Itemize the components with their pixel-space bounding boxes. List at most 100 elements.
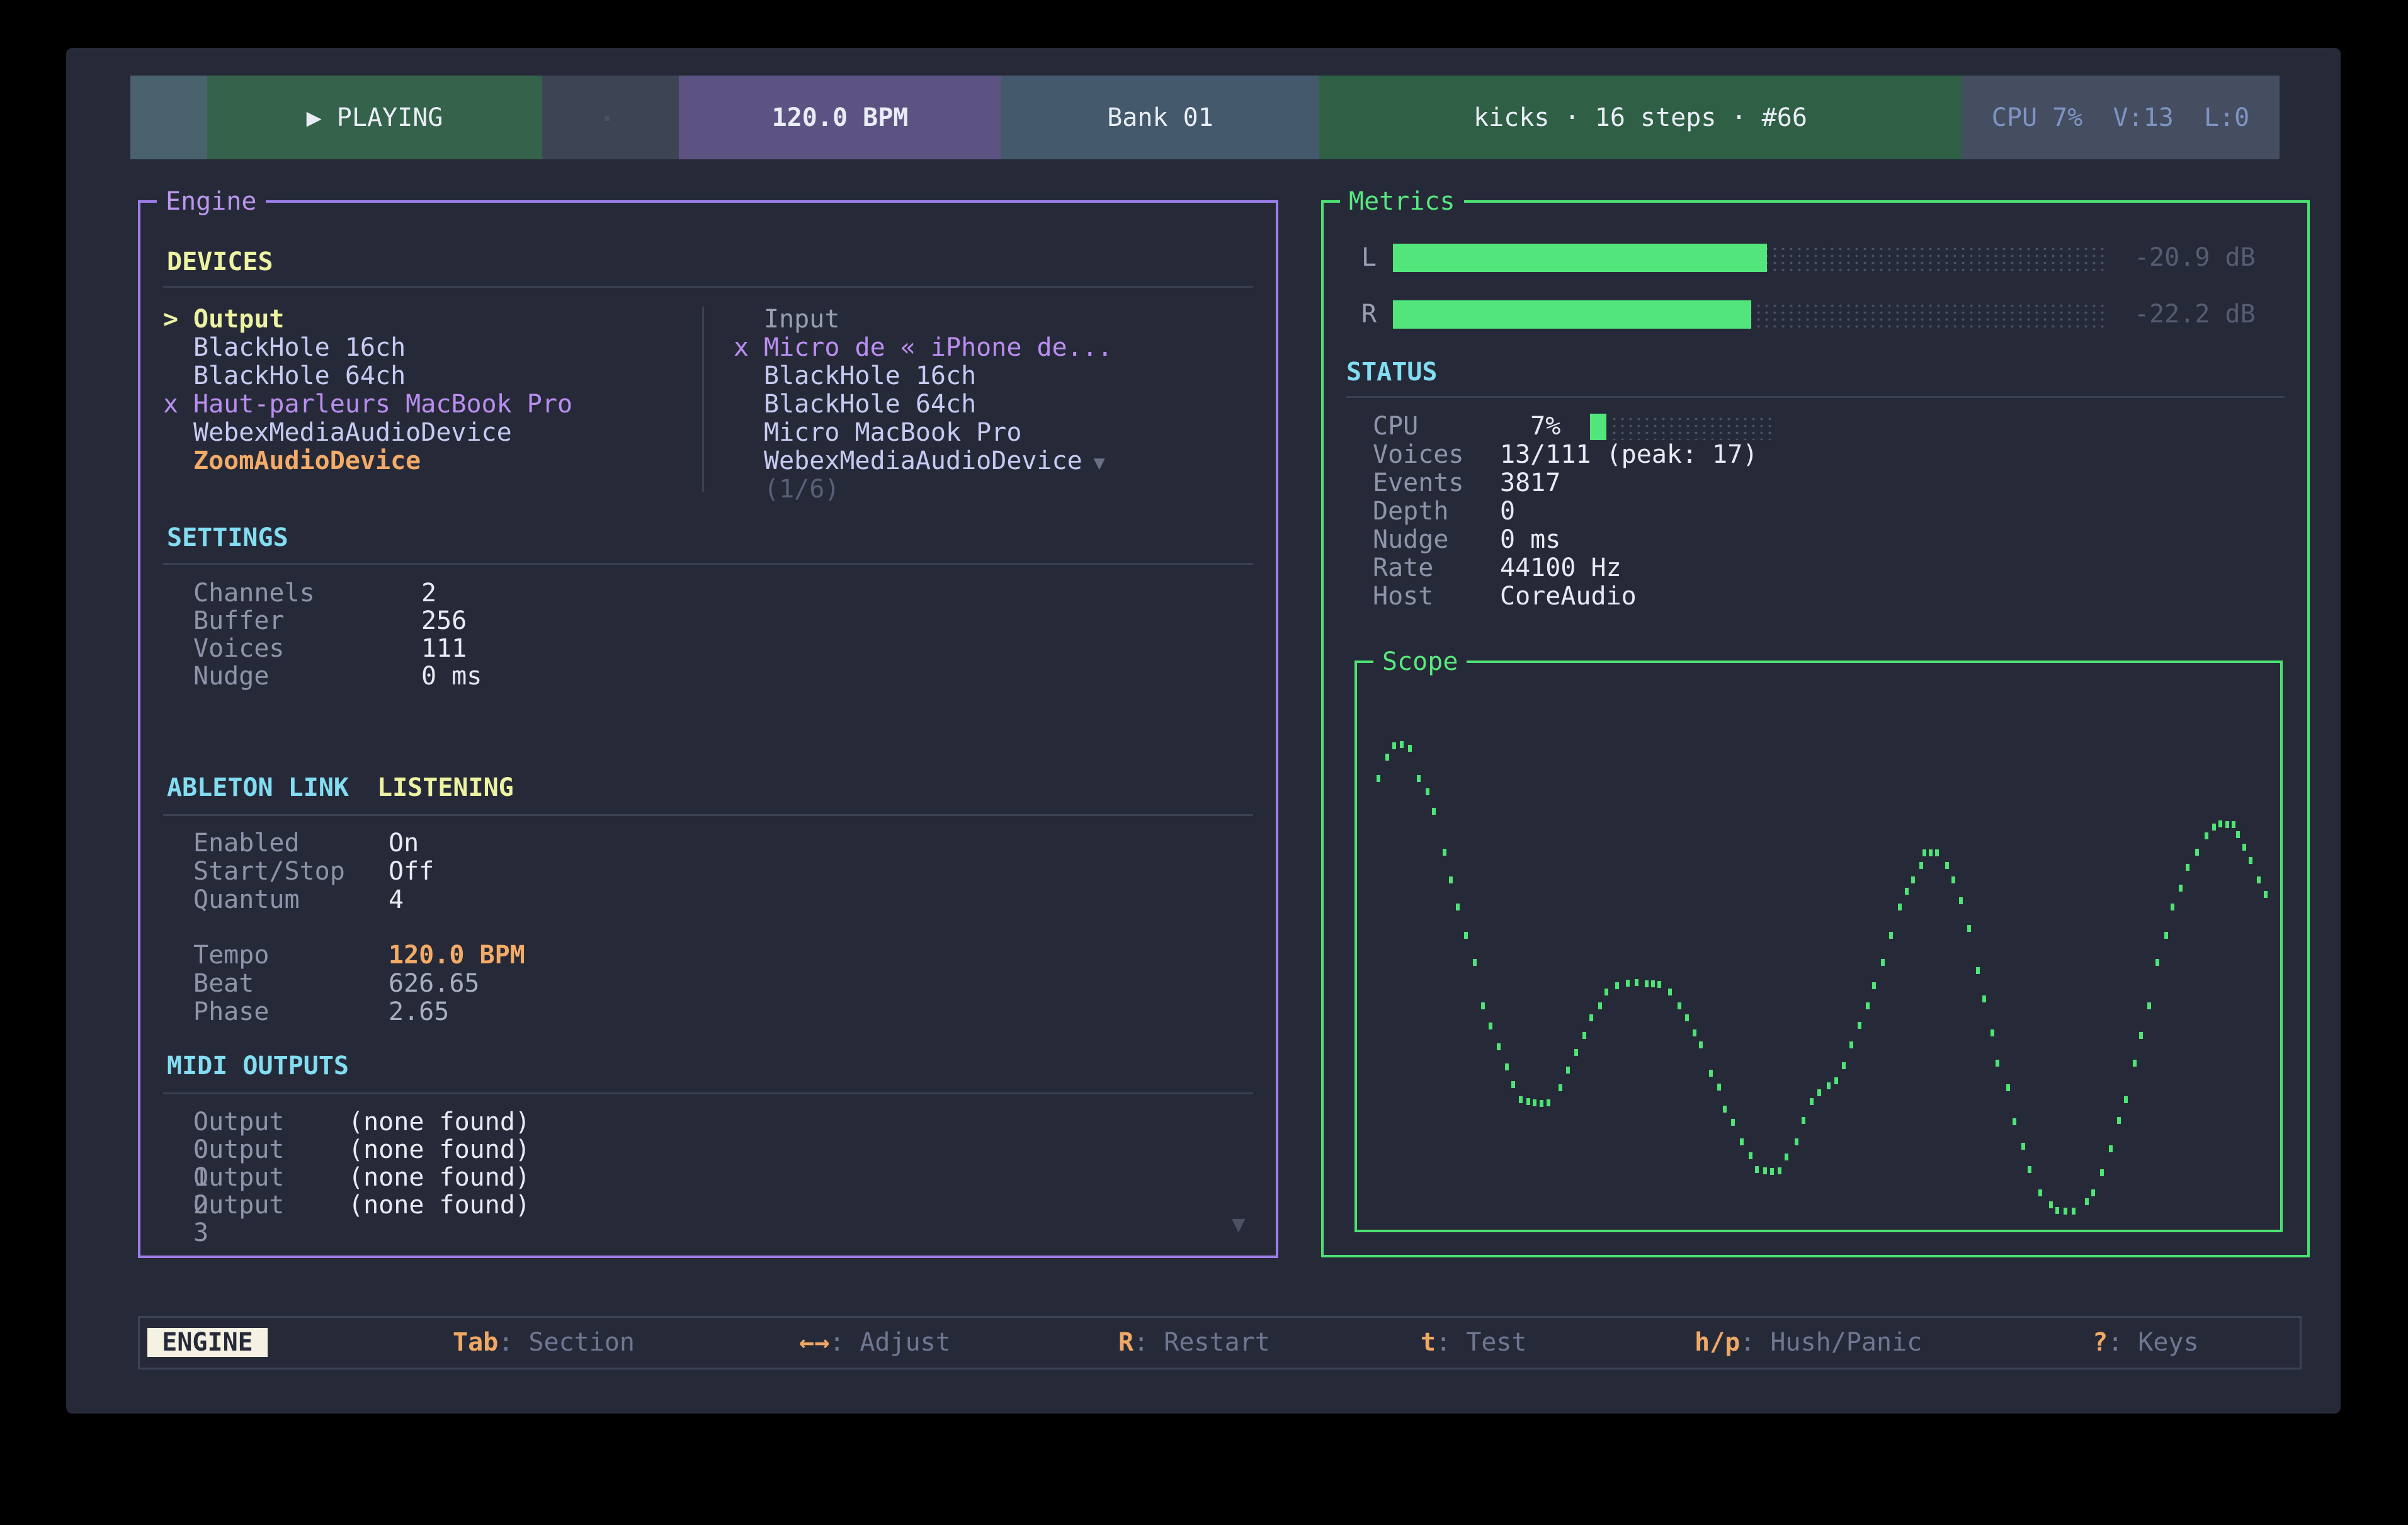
scope-sample-dot <box>1911 876 1915 883</box>
scope-sample-dot <box>1657 981 1661 988</box>
scope-sample-dot <box>1377 775 1380 782</box>
scope-sample-dot <box>1540 1100 1543 1107</box>
cpu-meter-track <box>1609 414 1775 440</box>
scope-sample-dot <box>1456 904 1460 910</box>
output-device-option[interactable]: BlackHole 64ch <box>193 362 584 390</box>
setting-label: Voices <box>193 635 285 662</box>
scope-sample-dot <box>1699 1041 1703 1048</box>
status-label: Depth <box>1373 497 1448 526</box>
stats-readout: CPU 7% V:13 L:0 <box>1962 76 2280 159</box>
setting-value: 0 ms <box>421 662 482 690</box>
scope-sample-dot <box>1668 989 1672 995</box>
scope-sample-dot <box>2218 820 2222 827</box>
scope-sample-dot <box>1582 1032 1586 1039</box>
meter-fill <box>1393 300 1751 329</box>
link-value: 4 <box>389 886 404 914</box>
scope-sample-dot <box>1635 979 1638 986</box>
status-value: 3817 <box>1500 469 1560 497</box>
status-label: CPU <box>1373 412 1418 441</box>
scope-sample-dot <box>1559 1084 1562 1091</box>
setting-label: Channels <box>193 579 315 607</box>
pattern-display[interactable]: kicks · 16 steps · #66 <box>1319 76 1962 159</box>
scope-sample-dot <box>1834 1077 1838 1084</box>
link-value: Off <box>389 858 434 886</box>
scope-sample-dot <box>1400 741 1404 748</box>
input-device-option[interactable]: xMicro de « iPhone de... <box>764 334 1124 362</box>
output-device-option[interactable]: WebexMediaAudioDevice <box>193 419 584 447</box>
input-device-option[interactable]: BlackHole 16ch <box>764 362 1124 390</box>
scope-sample-dot <box>1449 876 1453 883</box>
engine-panel: Engine DEVICES >Output BlackHole 16ch Bl… <box>138 200 1278 1258</box>
footer-bar: ENGINE Tab: Section ←→: Adjust R: Restar… <box>138 1316 2302 1369</box>
output-device-option[interactable]: >Output <box>193 305 584 334</box>
link-value: 626.65 <box>389 970 480 998</box>
scope-sample-dot <box>2133 1060 2137 1067</box>
input-device-option[interactable]: WebexMediaAudioDevice▼ <box>764 447 1124 475</box>
setting-label: Buffer <box>193 607 285 635</box>
meter-db-value: -22.2 dB <box>2134 300 2256 329</box>
device-label: WebexMediaAudioDevice <box>193 418 512 447</box>
selection-marker: x <box>163 390 178 419</box>
scope-panel-title: Scope <box>1373 647 1467 677</box>
gap-dot-icon <box>605 116 610 121</box>
meter-track <box>1393 300 2106 329</box>
link-label: Tempo <box>193 941 269 970</box>
scope-sample-dot <box>2164 932 2168 939</box>
key-hint-key: Tab <box>453 1328 498 1357</box>
meter-fill <box>1393 244 1767 272</box>
scope-sample-dot <box>2147 1002 2151 1009</box>
scope-sample-dot <box>1945 862 1949 869</box>
output-device-option[interactable]: ZoomAudioDevice <box>193 447 584 475</box>
key-hint-desc: : Keys <box>2108 1328 2199 1357</box>
midi-output-value: (none found) <box>348 1108 530 1136</box>
scope-sample-dot <box>2249 857 2252 864</box>
divider <box>163 814 1253 816</box>
scope-sample-dot <box>1922 849 1926 856</box>
input-device-option[interactable]: (1/6) <box>764 475 1124 504</box>
scope-sample-dot <box>1982 995 1986 1002</box>
device-label: Input <box>764 305 839 334</box>
input-device-option[interactable]: BlackHole 64ch <box>764 390 1124 419</box>
status-value: 44100 Hz <box>1500 554 1621 582</box>
scope-sample-dot <box>2225 821 2229 828</box>
setting-value: 2 <box>421 579 436 607</box>
link-value: 120.0 BPM <box>389 941 525 970</box>
device-label: (1/6) <box>764 475 839 504</box>
cpu-meter-fill <box>1590 414 1606 440</box>
scope-sample-dot <box>1778 1167 1781 1174</box>
scope-sample-dot <box>1505 1063 1509 1070</box>
input-device-option[interactable]: Micro MacBook Pro <box>764 419 1124 447</box>
device-label: ZoomAudioDevice <box>193 446 421 475</box>
bank-display[interactable]: Bank 01 <box>1001 76 1319 159</box>
scope-sample-dot <box>2155 959 2159 966</box>
link-value: On <box>389 829 419 858</box>
scope-sample-dot <box>2021 1143 2025 1150</box>
key-hint: Tab: Section <box>453 1328 635 1357</box>
mode-segment <box>130 76 207 159</box>
scope-sample-dot <box>1827 1082 1831 1089</box>
transport-status[interactable]: ▶ PLAYING <box>207 76 542 159</box>
output-device-option[interactable]: xHaut-parleurs MacBook Pro <box>193 390 584 419</box>
midi-output-label: Output 3 <box>193 1191 285 1247</box>
output-device-option[interactable]: BlackHole 16ch <box>193 334 584 362</box>
scope-sample-dot <box>1432 808 1436 815</box>
status-label: Rate <box>1373 554 1433 582</box>
dropdown-caret-icon: ▼ <box>1094 452 1105 474</box>
status-value: CoreAudio <box>1500 582 1637 611</box>
scope-sample-dot <box>2072 1208 2076 1215</box>
scroll-down-indicator-icon[interactable]: ▼ <box>1232 1210 1246 1239</box>
scope-sample-dot <box>1526 1098 1530 1105</box>
scope-sample-dot <box>1473 959 1477 966</box>
scope-sample-dot <box>1996 1060 1999 1067</box>
scope-sample-dot <box>1951 876 1955 883</box>
link-label: Phase <box>193 998 269 1026</box>
scope-sample-dot <box>1566 1067 1570 1074</box>
input-device-option[interactable]: Input <box>764 305 1124 334</box>
scope-sample-dot <box>1919 862 1923 869</box>
scope-sample-dot <box>2232 821 2235 828</box>
device-label: BlackHole 64ch <box>764 390 976 419</box>
bpm-display[interactable]: 120.0 BPM <box>679 76 1001 159</box>
scope-sample-dot <box>2117 1117 2121 1124</box>
scope-sample-dot <box>2049 1201 2053 1208</box>
scope-sample-dot <box>1481 1002 1485 1009</box>
